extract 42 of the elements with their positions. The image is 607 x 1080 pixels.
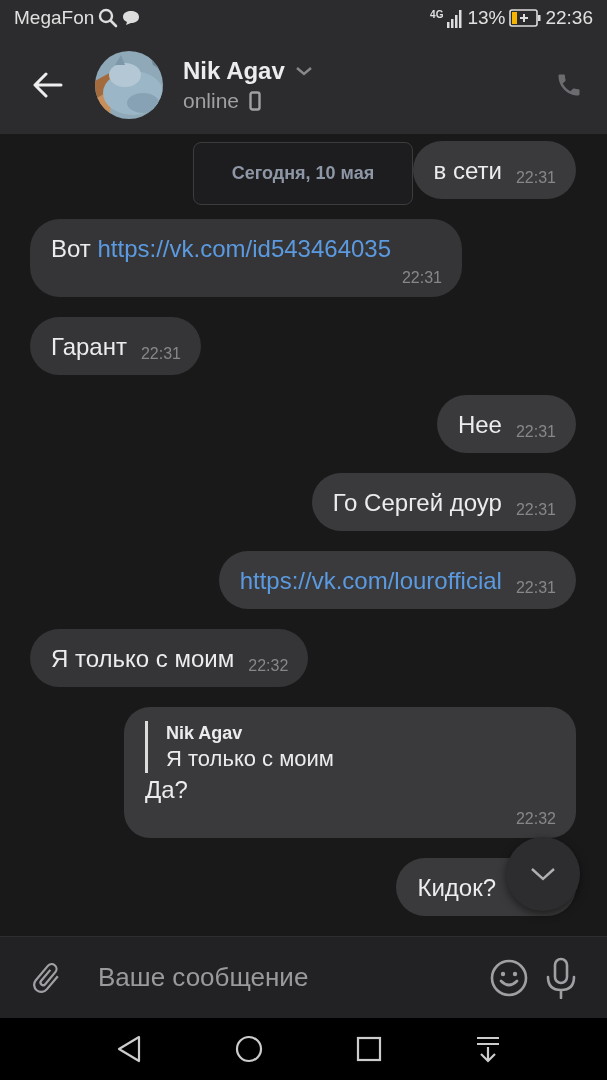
notification-pull-icon[interactable] — [474, 1035, 501, 1063]
clock: 22:36 — [545, 7, 593, 29]
message-text: Да? — [145, 775, 189, 805]
message-text: Го Сергей доур — [332, 488, 502, 518]
date-label: Сегодня, 10 мая — [193, 142, 413, 205]
message-time: 22:31 — [400, 268, 442, 288]
message-link[interactable]: https://vk.com/id543464035 — [97, 235, 392, 262]
message-text: Кидок? — [417, 873, 496, 903]
microphone-icon[interactable] — [545, 956, 577, 999]
message-text: Вот https://vk.com/id543464035 — [51, 234, 392, 264]
message-time: 22:31 — [139, 344, 181, 364]
emoji-icon[interactable] — [489, 957, 529, 998]
message-link[interactable]: https://vk.com/lourofficial — [239, 566, 502, 596]
message-time: 22:32 — [514, 809, 556, 829]
message-time: 22:31 — [514, 422, 556, 442]
message-time: 22:32 — [247, 656, 289, 676]
message-text: Нее — [457, 410, 502, 440]
chevron-down-icon — [530, 867, 556, 881]
contact-name[interactable]: Nik Agav — [183, 57, 285, 85]
chevron-down-icon[interactable] — [294, 66, 313, 76]
back-arrow-icon[interactable] — [33, 72, 63, 98]
signal-icon — [447, 8, 464, 28]
message-input[interactable]: Ваше сообщение — [80, 952, 473, 1003]
quoted-text: Я только с моим — [166, 745, 335, 773]
network-type: 4G — [430, 9, 444, 20]
quoted-author: Nik Agav — [166, 722, 244, 745]
carrier-name: MegaFon — [14, 7, 95, 29]
phone-icon — [249, 91, 262, 111]
message-text: Я только с моим — [51, 644, 235, 674]
home-nav-icon[interactable] — [235, 1035, 264, 1063]
message-time: 22:31 — [514, 578, 556, 598]
online-status: online — [183, 89, 240, 113]
message-time: 22:31 — [514, 168, 556, 188]
battery-percent: 13% — [467, 7, 506, 29]
back-nav-icon[interactable] — [116, 1035, 143, 1063]
chat-bubble-icon — [122, 10, 141, 26]
search-icon — [98, 8, 119, 28]
message-text: в сети — [433, 156, 502, 186]
recent-apps-icon[interactable] — [355, 1036, 382, 1062]
message-text: Гарант — [51, 332, 127, 362]
battery-icon — [509, 9, 542, 27]
message-time: 22:31 — [514, 500, 556, 520]
